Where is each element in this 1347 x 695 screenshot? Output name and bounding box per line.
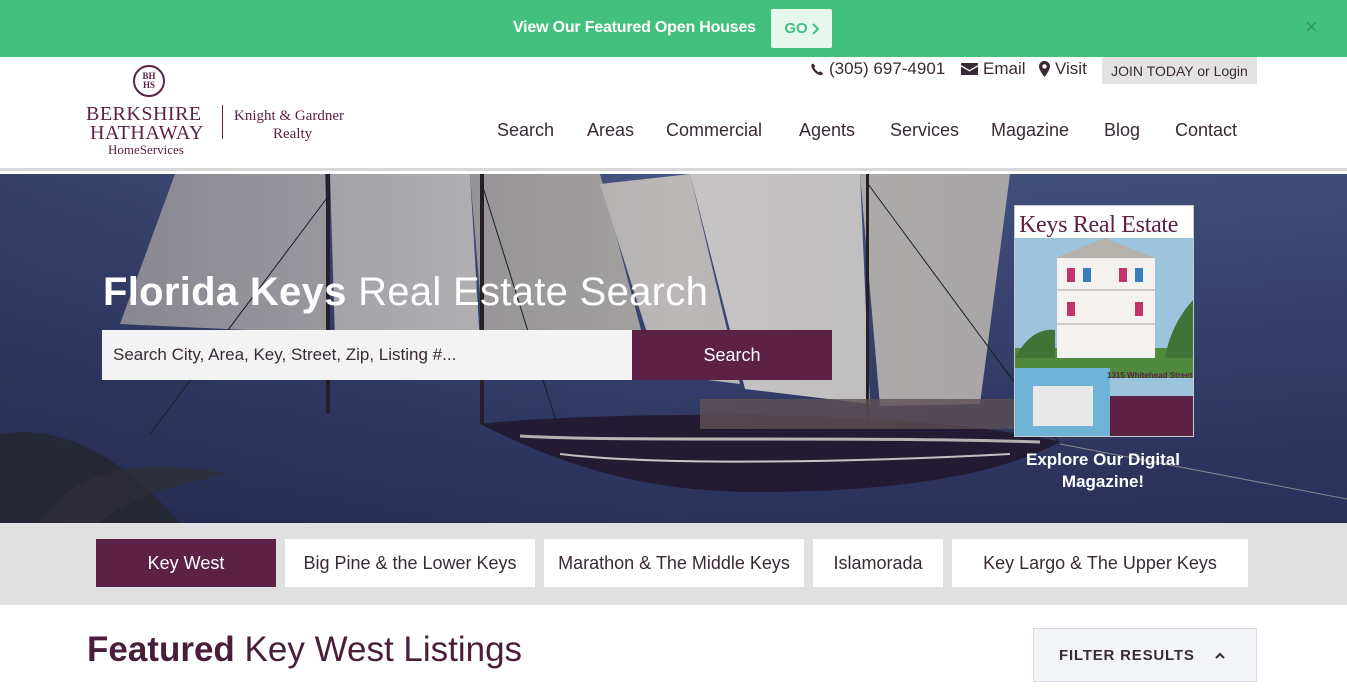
property-search-input[interactable] <box>102 330 632 380</box>
hero-section: Florida Keys Real Estate Search Search K… <box>0 174 1347 523</box>
logo-line-homeservices: HomeServices <box>108 142 184 157</box>
nav-contact[interactable]: Contact <box>1175 120 1237 141</box>
phone-link[interactable]: (305) 697-4901 <box>810 54 945 84</box>
nav-areas[interactable]: Areas <box>587 120 634 141</box>
chevron-up-icon <box>1215 652 1225 659</box>
envelope-icon <box>961 63 978 75</box>
filter-results-label: FILTER RESULTS <box>1059 646 1195 664</box>
bhhs-seal-icon: BH HS <box>133 65 165 97</box>
visit-link[interactable]: Visit <box>1039 54 1087 84</box>
hero-title: Florida Keys Real Estate Search <box>103 270 708 315</box>
join-login-button[interactable]: JOIN TODAY or Login <box>1102 57 1257 84</box>
chevron-right-icon <box>811 22 819 35</box>
nav-blog[interactable]: Blog <box>1104 120 1140 141</box>
tab-islamorada[interactable]: Islamorada <box>813 539 943 587</box>
hero-title-rest: Real Estate Search <box>346 270 709 314</box>
magazine-cover[interactable]: Keys Real Estate 1315 Whitehead Street <box>1014 205 1194 437</box>
magazine-title: Keys Real Estate <box>1019 212 1179 238</box>
magazine-caption[interactable]: Explore Our Digital Magazine! <box>1003 449 1203 493</box>
tab-key-largo-upper-keys[interactable]: Key Largo & The Upper Keys <box>952 539 1248 587</box>
banner-text: View Our Featured Open Houses <box>513 19 756 36</box>
nav-commercial[interactable]: Commercial <box>666 120 762 141</box>
nav-search[interactable]: Search <box>497 120 554 141</box>
logo-line-berkshire: BERKSHIRE <box>86 103 202 125</box>
magazine-cover-image: 1315 Whitehead Street <box>1015 238 1193 436</box>
search-button[interactable]: Search <box>632 330 832 380</box>
go-label: GO <box>784 20 808 37</box>
featured-title-bold: Featured <box>87 630 235 669</box>
tab-big-pine-lower-keys[interactable]: Big Pine & the Lower Keys <box>285 539 535 587</box>
brand-logo[interactable]: BH HS BERKSHIRE HATHAWAY HomeServices Kn… <box>86 61 366 161</box>
magazine-address: 1315 Whitehead Street <box>1107 371 1193 380</box>
logo-partner-line1: Knight & Gardner <box>234 108 344 124</box>
site-header: BH HS BERKSHIRE HATHAWAY HomeServices Kn… <box>0 57 1347 171</box>
go-button[interactable]: GO <box>771 9 832 48</box>
close-icon[interactable]: × <box>1305 14 1318 40</box>
nav-services[interactable]: Services <box>890 120 959 141</box>
email-label: Email <box>983 59 1026 78</box>
announcement-banner: View Our Featured Open Houses GO × <box>0 0 1347 57</box>
logo-line-hathaway: HATHAWAY <box>90 122 204 144</box>
visit-label: Visit <box>1055 59 1087 78</box>
tab-key-west[interactable]: Key West <box>96 539 276 587</box>
logo-partner-line2: Realty <box>273 126 313 142</box>
logo-divider <box>222 105 223 139</box>
featured-title-rest: Key West Listings <box>234 630 523 669</box>
hero-title-bold: Florida Keys <box>103 270 347 314</box>
phone-number: (305) 697-4901 <box>829 59 946 78</box>
magazine-caption-line1: Explore Our Digital <box>1026 450 1180 469</box>
area-tabs: Key West Big Pine & the Lower Keys Marat… <box>0 523 1347 605</box>
featured-listings-title: Featured Key West Listings <box>87 630 522 670</box>
magazine-caption-line2: Magazine! <box>1061 472 1145 491</box>
email-link[interactable]: Email <box>961 54 1026 84</box>
nav-magazine[interactable]: Magazine <box>991 120 1069 141</box>
nav-agents[interactable]: Agents <box>799 120 855 141</box>
filter-results-button[interactable]: FILTER RESULTS <box>1033 628 1257 682</box>
phone-icon <box>811 63 823 75</box>
tab-marathon-middle-keys[interactable]: Marathon & The Middle Keys <box>544 539 804 587</box>
map-pin-icon <box>1039 61 1050 77</box>
